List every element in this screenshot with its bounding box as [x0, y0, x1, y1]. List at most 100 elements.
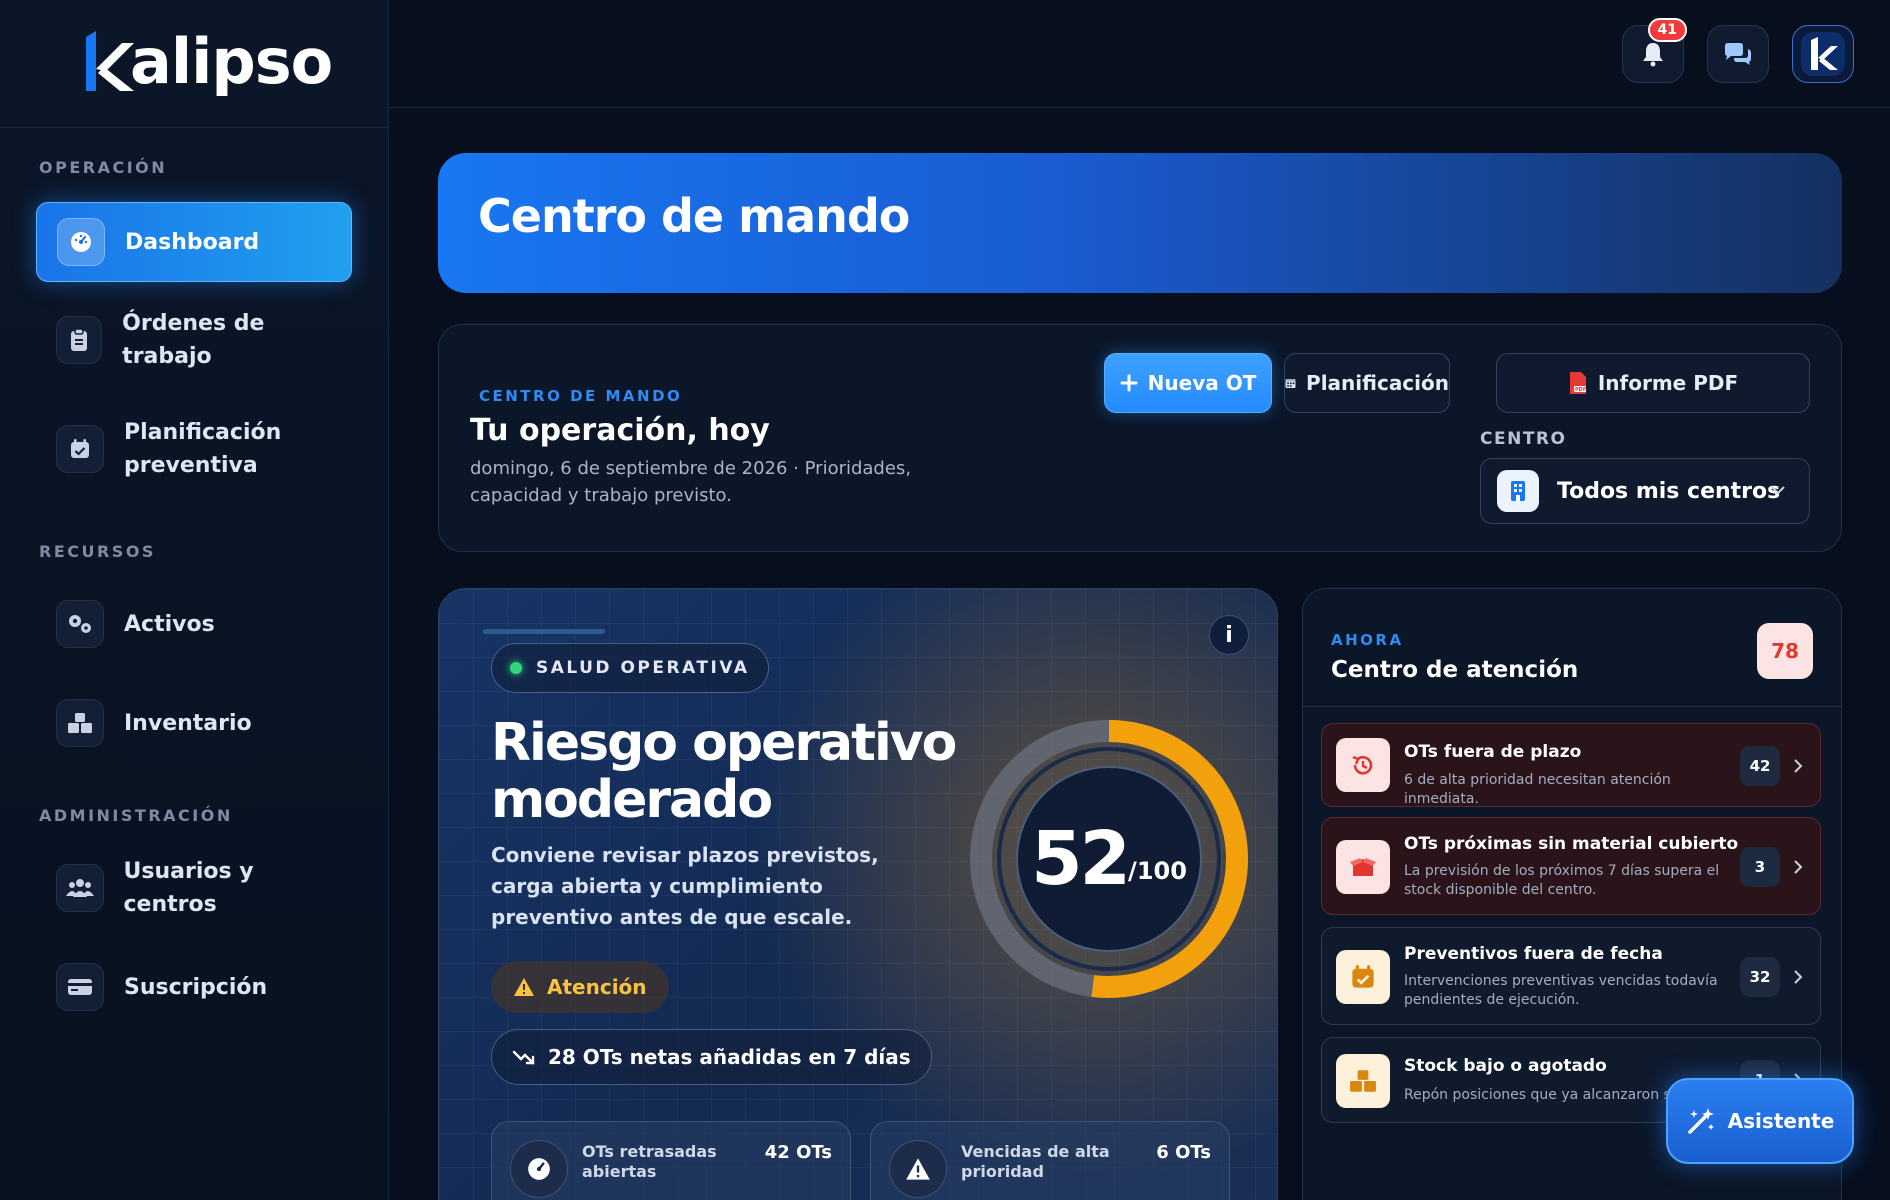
- gauge-icon: [510, 1140, 568, 1198]
- attention-item-title: OTs próximas sin material cubierto: [1404, 834, 1739, 854]
- sidebar-item-ordenes[interactable]: Órdenes de trabajo: [36, 300, 352, 380]
- attention-item-fuera-plazo[interactable]: OTs fuera de plazo 6 de alta prioridad n…: [1321, 723, 1821, 807]
- attention-title: Centro de atención: [1331, 657, 1579, 683]
- calendar-check-icon: [56, 425, 104, 473]
- sidebar-item-inventario[interactable]: Inventario: [36, 683, 352, 763]
- trend-pill: 28 OTs netas añadidas en 7 días: [491, 1029, 932, 1085]
- section-label-administracion: ADMINISTRACIÓN: [39, 806, 233, 825]
- clipboard-icon: [56, 316, 103, 364]
- magic-wand-icon: [1687, 1108, 1714, 1134]
- status-label: Atención: [547, 975, 647, 999]
- calendar-icon: [1285, 379, 1296, 388]
- box-open-icon: [1336, 840, 1390, 894]
- kpi-card-vencidas[interactable]: Vencidas de alta prioridad 6 OTs: [870, 1121, 1230, 1200]
- chevron-down-icon: [1771, 486, 1785, 495]
- kpi-card-retrasadas[interactable]: OTs retrasadas abiertas 42 OTs: [491, 1121, 851, 1200]
- attention-item-count: 32: [1740, 957, 1780, 997]
- attention-count-badge: 78: [1757, 623, 1813, 679]
- attention-item-sin-material[interactable]: OTs próximas sin material cubierto La pr…: [1321, 817, 1821, 915]
- assistant-label: Asistente: [1727, 1109, 1835, 1133]
- svg-text:PDF: PDF: [1575, 387, 1586, 393]
- kpi-label: OTs retrasadas abiertas: [582, 1142, 717, 1181]
- bell-icon: [1643, 43, 1663, 67]
- sidebar-item-planificacion[interactable]: Planificación preventiva: [36, 408, 352, 490]
- score-readout: 52/100: [959, 709, 1259, 1009]
- gauge-icon: [57, 218, 105, 266]
- attention-item-count: 42: [1740, 746, 1780, 786]
- brand-name: alipso: [130, 25, 333, 98]
- risk-title: Riesgo operativo moderado: [491, 713, 957, 830]
- kalipso-logo[interactable]: alipso: [80, 22, 333, 102]
- trend-down-icon: [512, 1050, 535, 1065]
- sidebar-item-activos[interactable]: Activos: [36, 584, 352, 664]
- new-ot-button[interactable]: Nueva OT: [1104, 353, 1272, 413]
- pdf-file-icon: PDF: [1569, 372, 1586, 394]
- status-dot: [510, 662, 522, 674]
- avatar[interactable]: [1792, 25, 1854, 83]
- chevron-right-icon: [1794, 759, 1803, 773]
- assistant-button[interactable]: Asistente: [1666, 1078, 1854, 1164]
- sidebar-item-suscripcion[interactable]: Suscripción: [36, 947, 352, 1027]
- trend-label: 28 OTs netas añadidas en 7 días: [548, 1045, 911, 1069]
- section-label-recursos: RECURSOS: [39, 542, 156, 561]
- kpi-label: Vencidas de alta prioridad: [961, 1142, 1110, 1181]
- users-icon: [56, 864, 104, 912]
- chat-button[interactable]: [1707, 25, 1769, 83]
- attention-item-title: Preventivos fuera de fecha: [1404, 944, 1663, 964]
- gears-icon: [56, 600, 104, 648]
- info-button[interactable]: i: [1209, 615, 1249, 655]
- warning-icon: [514, 978, 534, 996]
- attention-header: AHORA Centro de atención 78: [1303, 589, 1841, 707]
- pdf-report-button[interactable]: PDF Informe PDF: [1496, 353, 1810, 413]
- attention-item-title: OTs fuera de plazo: [1404, 742, 1582, 762]
- health-pill: SALUD OPERATIVA: [491, 643, 769, 693]
- health-score-gauge: 52/100: [959, 709, 1259, 1009]
- new-ot-label: Nueva OT: [1147, 371, 1257, 395]
- sidebar-item-usuarios[interactable]: Usuarios y centros: [36, 848, 352, 928]
- kalipso-k-icon: [86, 31, 134, 91]
- sidebar-item-label: Planificación preventiva: [124, 420, 282, 478]
- attention-item-desc: Repón posiciones que ya alcanzaron su m: [1404, 1087, 1694, 1103]
- operation-subtitle: domingo, 6 de septiembre de 2026 · Prior…: [470, 458, 912, 506]
- sidebar-item-label: Órdenes de trabajo: [122, 311, 265, 369]
- health-pill-label: SALUD OPERATIVA: [536, 658, 750, 678]
- plus-icon: [1120, 374, 1138, 392]
- hero-banner: Centro de mando: [438, 153, 1842, 293]
- chevron-right-icon: [1794, 970, 1803, 984]
- progress-accent: [483, 629, 605, 634]
- chevron-right-icon: [1794, 860, 1803, 874]
- operation-title: Tu operación, hoy: [470, 413, 770, 448]
- attention-item-desc: La previsión de los próximos 7 días supe…: [1404, 863, 1720, 898]
- sidebar-item-label: Suscripción: [124, 974, 268, 1000]
- sidebar-item-label: Activos: [124, 611, 215, 637]
- score-max: /100: [1128, 857, 1187, 885]
- notification-badge: 41: [1647, 18, 1687, 42]
- attention-item-preventivos[interactable]: Preventivos fuera de fecha Intervencione…: [1321, 927, 1821, 1025]
- attention-item-desc: Intervenciones preventivas vencidas toda…: [1404, 973, 1718, 1008]
- credit-card-icon: [56, 963, 104, 1011]
- kpi-value: 6 OTs: [1156, 1142, 1211, 1163]
- attention-item-desc: 6 de alta prioridad necesitan atención i…: [1404, 772, 1671, 807]
- chat-icon: [1725, 43, 1751, 65]
- sidebar-item-label: Usuarios y centros: [123, 859, 254, 917]
- centro-select[interactable]: Todos mis centros: [1480, 458, 1810, 524]
- sidebar-item-label: Dashboard: [125, 229, 260, 255]
- topbar: 41: [389, 0, 1890, 108]
- pdf-report-label: Informe PDF: [1597, 371, 1739, 395]
- centro-selected-value: Todos mis centros: [1557, 478, 1781, 504]
- warning-icon: [889, 1140, 947, 1198]
- operation-card: CENTRO DE MANDO Tu operación, hoy doming…: [438, 324, 1842, 552]
- planning-button[interactable]: Planificación: [1284, 353, 1450, 413]
- kpi-value: 42 OTs: [764, 1142, 832, 1163]
- notifications-button[interactable]: 41: [1622, 18, 1687, 83]
- attention-item-count: 3: [1740, 847, 1780, 887]
- status-badge: Atención: [491, 961, 669, 1013]
- sidebar: alipso OPERACIÓN Dashboard Órdenes de tr…: [0, 0, 389, 1200]
- calendar-check-icon: [1336, 950, 1390, 1004]
- sidebar-item-dashboard[interactable]: Dashboard: [36, 202, 352, 282]
- health-card: SALUD OPERATIVA i Riesgo operativo moder…: [438, 588, 1278, 1200]
- sidebar-divider: [0, 127, 389, 128]
- risk-description: Conviene revisar plazos previstos, carga…: [491, 843, 879, 929]
- boxes-icon: [1336, 1054, 1390, 1108]
- centro-label: CENTRO: [1480, 429, 1567, 449]
